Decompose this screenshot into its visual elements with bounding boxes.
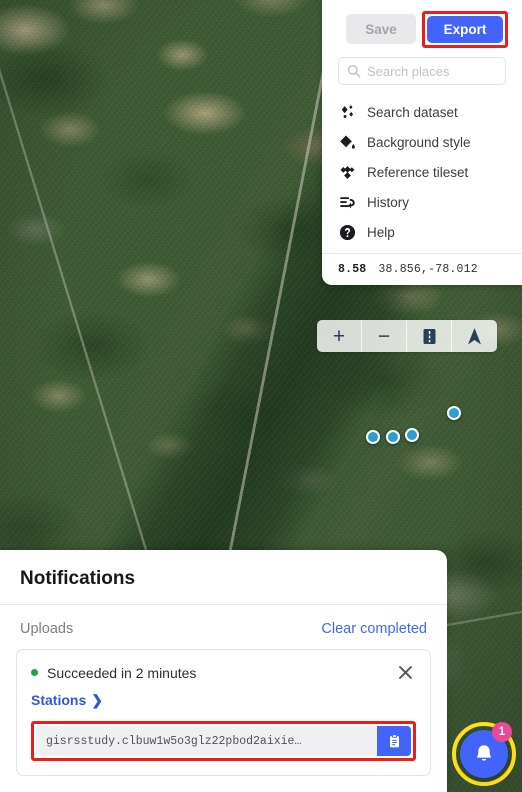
compass-button[interactable]: [452, 320, 497, 352]
tools-menu: Search dataset Background style Referenc…: [322, 97, 522, 253]
export-highlight-outline: Export: [422, 10, 508, 48]
success-dot-icon: [31, 669, 38, 676]
station-marker-4[interactable]: [447, 406, 461, 420]
menu-item-label: History: [367, 194, 410, 210]
export-button[interactable]: Export: [427, 15, 503, 43]
menu-item-label: Background style: [367, 134, 471, 150]
menu-item-reference-tileset[interactable]: Reference tileset: [322, 157, 522, 187]
history-icon: [338, 193, 356, 211]
station-marker-1[interactable]: [366, 430, 380, 444]
app-root: + − Save Export Search places Search dat…: [0, 0, 522, 792]
chevron-right-icon: ❯: [91, 692, 103, 708]
upload-card-header: Succeeded in 2 minutes: [31, 662, 416, 683]
close-icon: [399, 666, 412, 679]
search-icon: [347, 64, 361, 78]
zoom-out-button[interactable]: −: [362, 320, 407, 352]
help-icon: [338, 223, 356, 241]
compass-north-icon: [468, 327, 481, 344]
panel-action-row: Save Export: [322, 10, 522, 48]
menu-item-label: Search dataset: [367, 104, 458, 120]
uploads-section-header: Uploads Clear completed: [0, 605, 447, 647]
station-marker-2[interactable]: [386, 430, 400, 444]
plus-icon: +: [332, 324, 346, 348]
road-3d-icon: [423, 328, 435, 344]
upload-status-text: Succeeded in 2 minutes: [47, 664, 197, 681]
copy-tileset-id-button[interactable]: [377, 726, 411, 756]
stations-link[interactable]: Stations ❯: [31, 692, 103, 708]
clipboard-icon: [389, 733, 399, 747]
search-dataset-icon: [338, 103, 356, 121]
zoom-level-value: 8.58: [338, 263, 367, 276]
menu-item-search-dataset[interactable]: Search dataset: [322, 97, 522, 127]
coordinates-value: 38.856,-78.012: [378, 263, 478, 276]
tileset-id-value[interactable]: gisrsstudy.clbuw1w5o3glz22pbod2aixie…: [36, 726, 377, 756]
menu-item-label: Reference tileset: [367, 164, 469, 180]
menu-item-help[interactable]: Help: [322, 217, 522, 247]
notifications-panel: Notifications Uploads Clear completed Su…: [0, 550, 447, 792]
menu-item-label: Help: [367, 224, 395, 240]
status-bar: 8.58 38.856,-78.012: [322, 253, 522, 285]
minus-icon: −: [377, 324, 391, 348]
tileset-id-highlight-outline: gisrsstudy.clbuw1w5o3glz22pbod2aixie…: [31, 721, 416, 761]
upload-item-card: Succeeded in 2 minutes Stations ❯ gisrss…: [16, 649, 431, 776]
page-title: Notifications: [20, 568, 136, 589]
notification-count-badge: 1: [492, 722, 512, 742]
search-input[interactable]: [367, 63, 497, 79]
menu-item-background-style[interactable]: Background style: [322, 127, 522, 157]
uploads-label: Uploads: [20, 621, 74, 637]
search-places-box[interactable]: [338, 57, 506, 85]
notifications-header: Notifications: [0, 550, 447, 605]
pitch-button[interactable]: [407, 320, 452, 352]
bell-icon: [477, 745, 491, 761]
tileset-icon: [338, 163, 356, 181]
stations-link-label: Stations: [31, 692, 87, 708]
tileset-id-row: gisrsstudy.clbuw1w5o3glz22pbod2aixie…: [36, 726, 411, 756]
station-marker-3[interactable]: [405, 428, 419, 442]
save-button[interactable]: Save: [346, 14, 416, 44]
map-controls: + −: [317, 320, 497, 352]
dismiss-upload-button[interactable]: [395, 662, 416, 683]
zoom-in-button[interactable]: +: [317, 320, 362, 352]
paint-bucket-icon: [338, 133, 356, 151]
status-badge: Succeeded in 2 minutes: [31, 665, 196, 681]
menu-item-history[interactable]: History: [322, 187, 522, 217]
tools-panel: Save Export Search places Search dataset…: [322, 0, 522, 285]
clear-completed-button[interactable]: Clear completed: [321, 621, 427, 637]
